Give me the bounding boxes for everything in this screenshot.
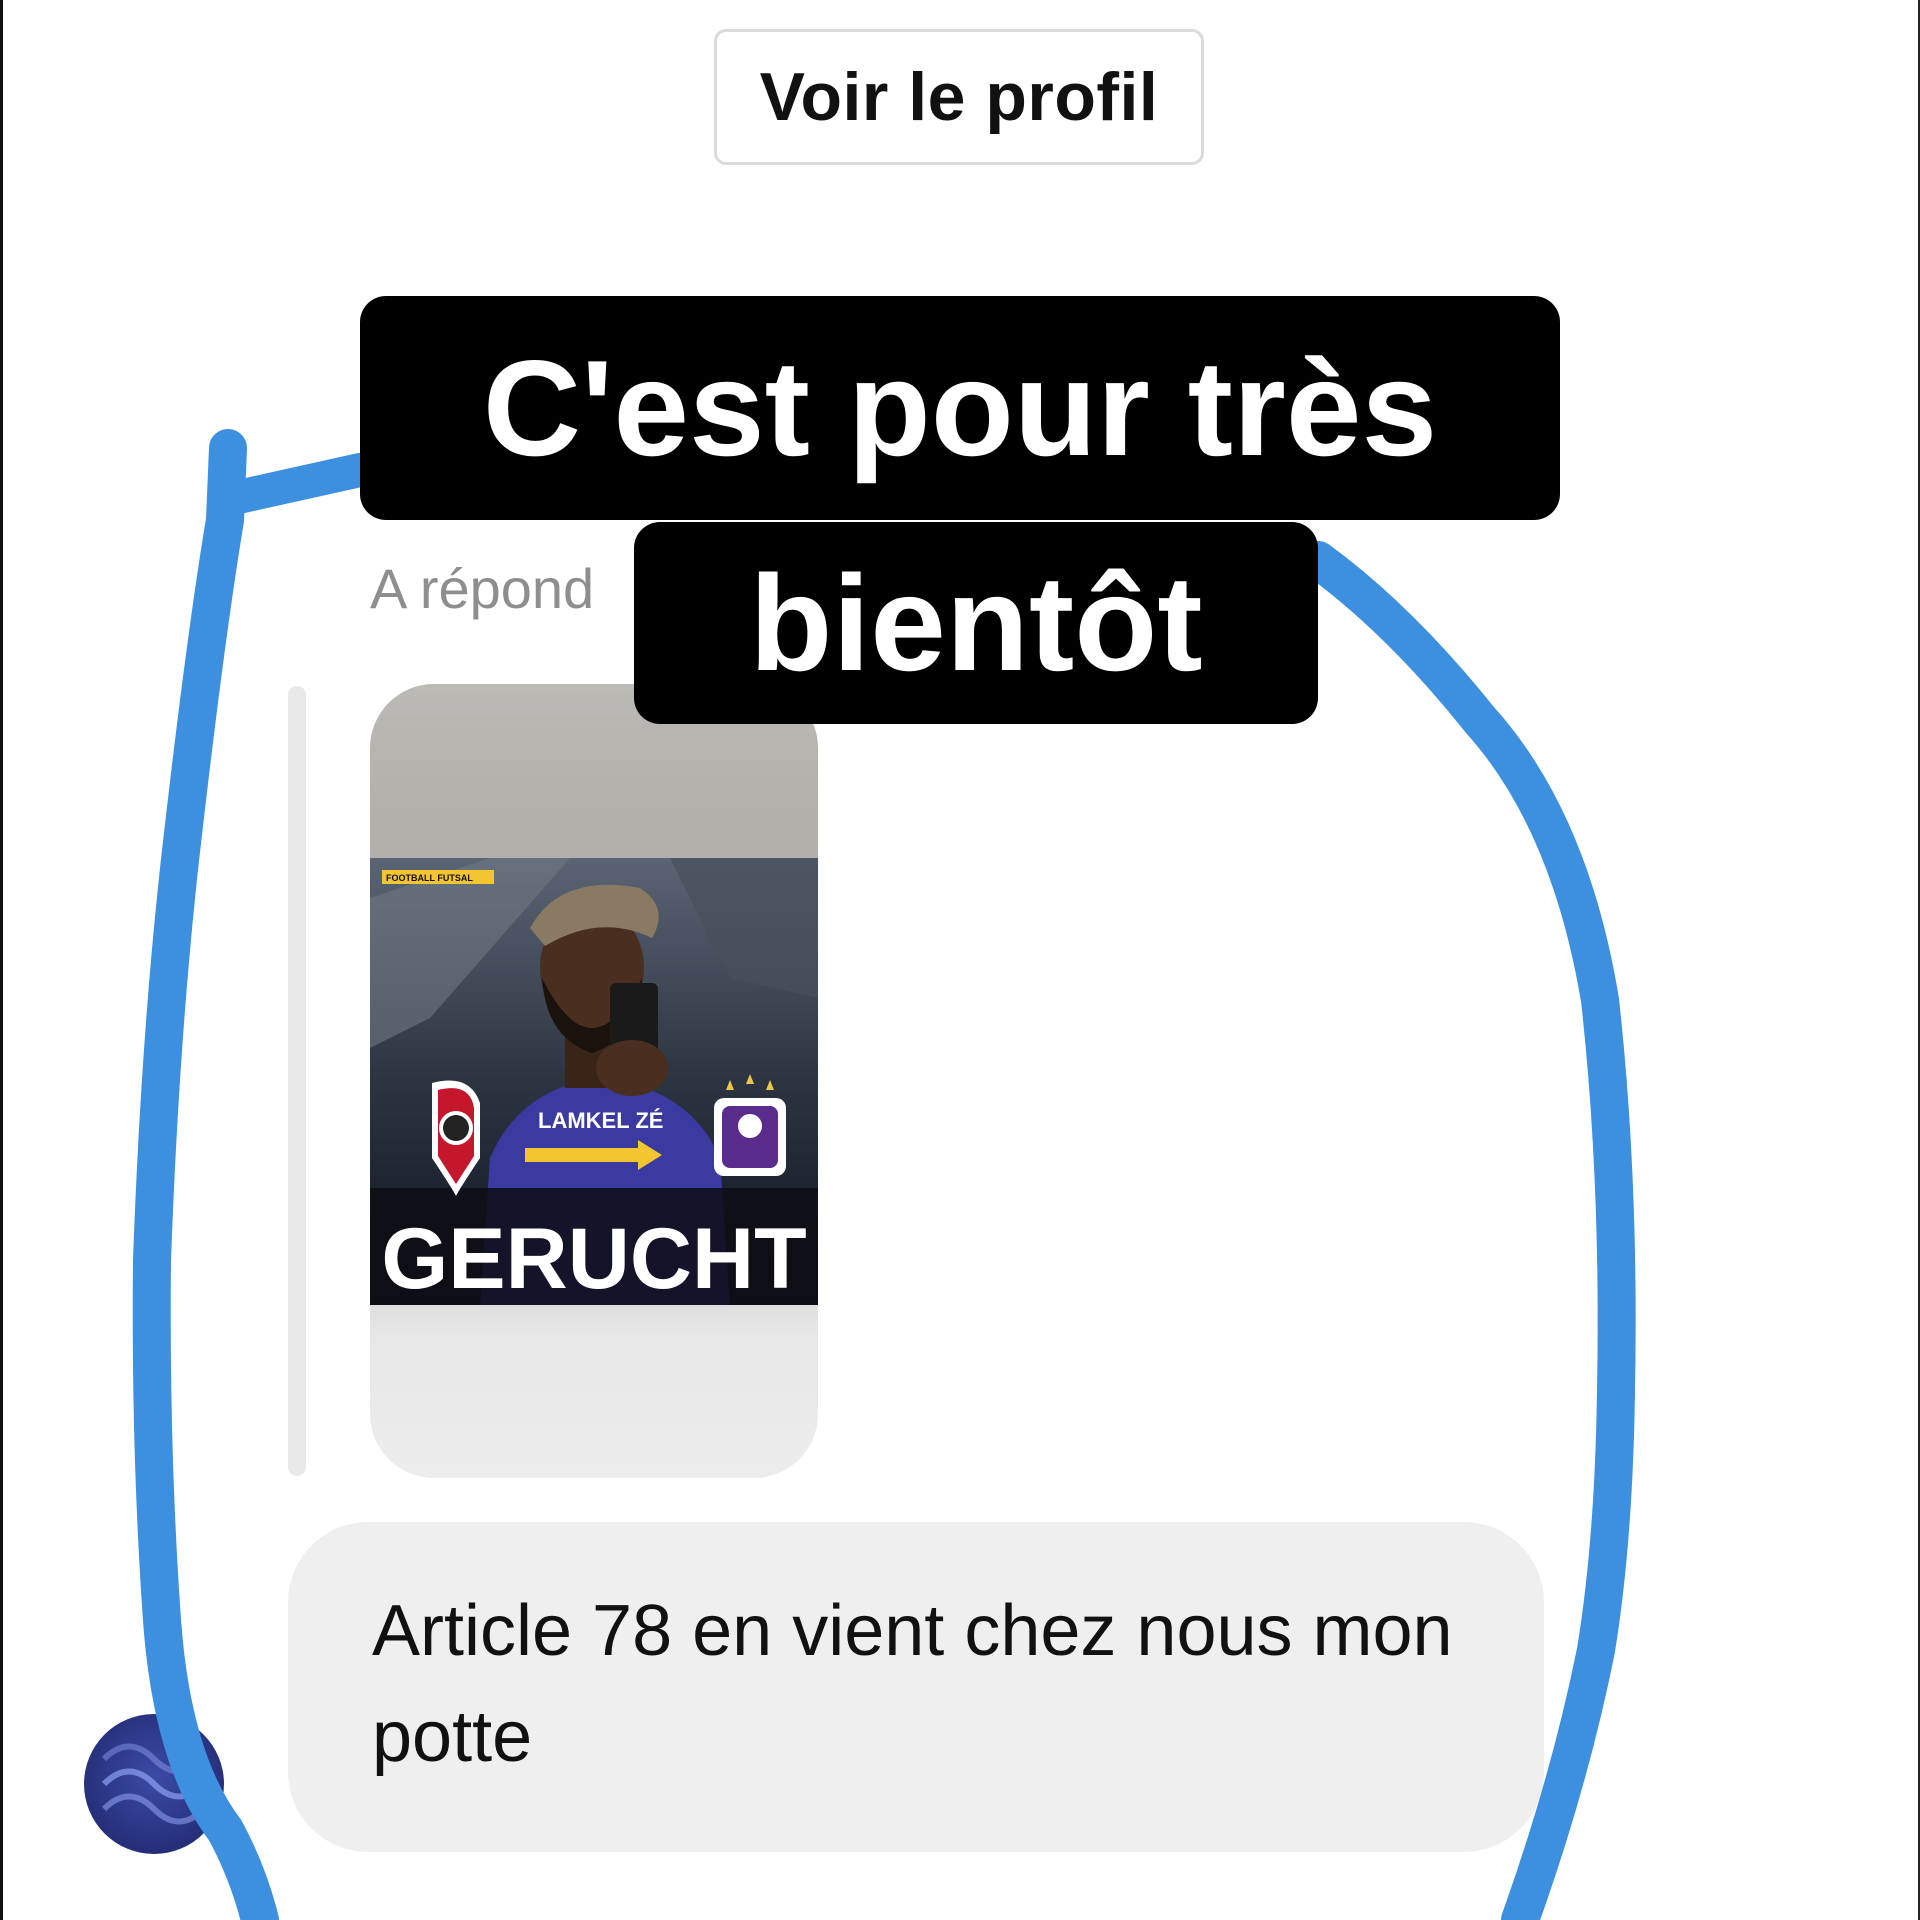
story-headline: GERUCHT [381,1211,806,1305]
story-text-overlay-line1: C'est pour très [360,296,1560,520]
story-player-name: LAMKEL ZÉ [538,1108,663,1133]
story-text-overlay-line2: bientôt [634,522,1318,724]
story-photo: FOOTBALL FUTSAL LAMKEL ZÉ GERUCHT [370,858,818,1305]
view-profile-button[interactable]: Voir le profil [714,29,1204,165]
reply-quote-bar [288,686,306,1476]
user-avatar[interactable] [84,1714,224,1854]
avatar-pattern-icon [101,1743,207,1825]
story-thumbnail[interactable]: FOOTBALL FUTSAL LAMKEL ZÉ GERUCHT [370,684,818,1478]
story-reply-label: A répond [370,557,595,620]
story-image: FOOTBALL FUTSAL LAMKEL ZÉ GERUCHT [370,858,818,1305]
story-badge-text: FOOTBALL FUTSAL [386,873,473,883]
message-text: Article 78 en vient chez nous mon potte [372,1591,1453,1777]
